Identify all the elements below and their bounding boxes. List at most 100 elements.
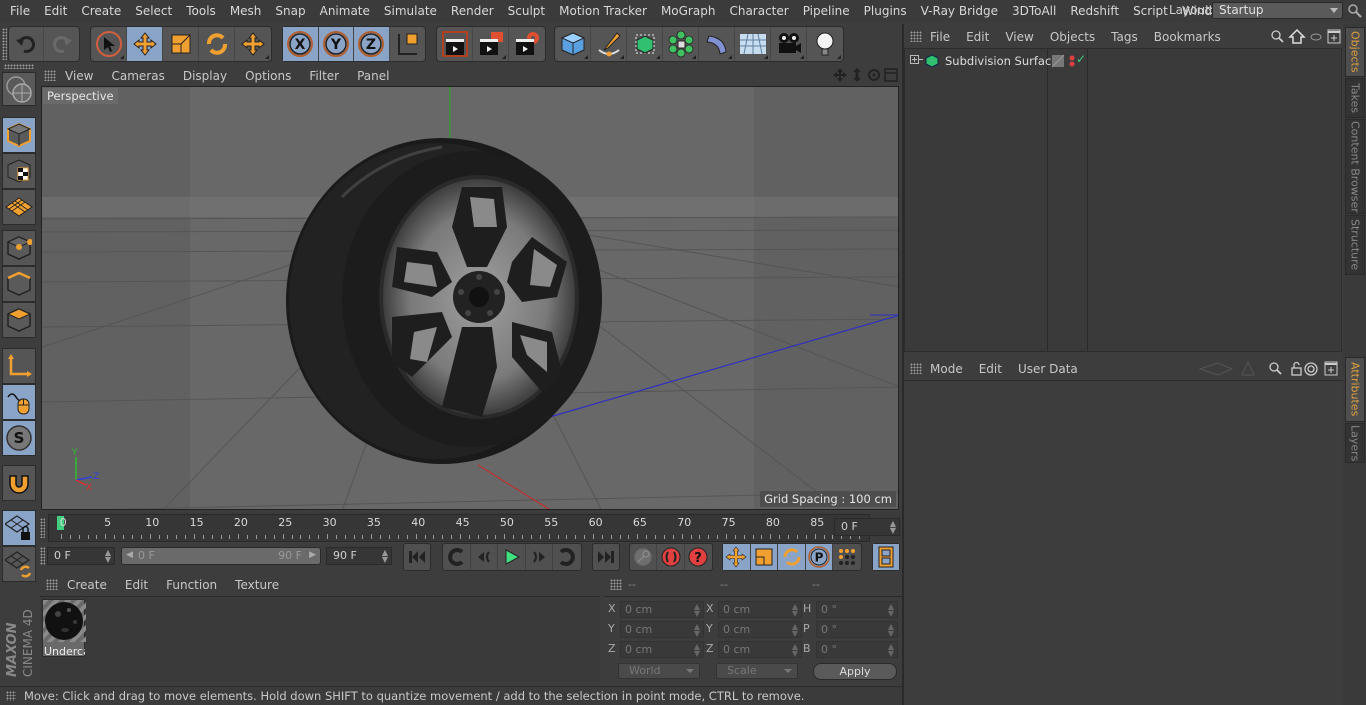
- spinner-icon[interactable]: ▲ ▼: [105, 549, 111, 564]
- planar-workplane-button[interactable]: [2, 546, 36, 582]
- objects-menu-tags[interactable]: Tags: [1103, 30, 1146, 44]
- spinner-icon[interactable]: ▲ ▼: [888, 623, 894, 638]
- record-keyframe-button[interactable]: [657, 544, 685, 570]
- rot-p-field[interactable]: 0 ° ▲ ▼: [816, 621, 898, 638]
- rotate-tool-button[interactable]: [199, 27, 235, 61]
- size-y-field[interactable]: 0 cm ▲ ▼: [718, 621, 802, 638]
- prev-keyframe-button[interactable]: [443, 544, 471, 570]
- layer-color-icon[interactable]: [1051, 54, 1065, 68]
- left-toolbar-grip[interactable]: [4, 64, 34, 69]
- menu-animate[interactable]: Animate: [313, 4, 377, 18]
- render-picture-viewer-button[interactable]: [473, 27, 509, 61]
- light-button[interactable]: [807, 27, 843, 61]
- timeline-window-button[interactable]: [873, 544, 899, 570]
- tab-objects[interactable]: Objects: [1345, 27, 1365, 77]
- coordinates-grip[interactable]: [610, 579, 622, 590]
- lock-icon[interactable]: [1291, 361, 1302, 376]
- material-menu-create[interactable]: Create: [58, 578, 116, 592]
- menu-vray-bridge[interactable]: V-Ray Bridge: [914, 4, 1005, 18]
- spinner-icon[interactable]: ▲ ▼: [694, 623, 700, 638]
- menu-tools[interactable]: Tools: [179, 4, 223, 18]
- menu-create[interactable]: Create: [74, 4, 128, 18]
- apply-button[interactable]: Apply: [813, 663, 897, 680]
- menu-3dtoall[interactable]: 3DToAll: [1005, 4, 1063, 18]
- rot-h-field[interactable]: 0 ° ▲ ▼: [816, 601, 898, 618]
- pos-z-field[interactable]: 0 cm ▲ ▼: [620, 641, 704, 658]
- objects-menu-edit[interactable]: Edit: [958, 30, 997, 44]
- attributes-menu-mode[interactable]: Mode: [922, 362, 971, 376]
- material-menu-edit[interactable]: Edit: [116, 578, 157, 592]
- playback-grip[interactable]: [40, 547, 45, 565]
- key-scale-button[interactable]: [750, 544, 779, 570]
- timeline-ruler[interactable]: 051015202530354045505560657075808590: [48, 514, 870, 542]
- up-arrow-icon[interactable]: [1241, 361, 1255, 376]
- play-button[interactable]: [498, 544, 526, 570]
- menu-plugins[interactable]: Plugins: [857, 4, 914, 18]
- spinner-icon[interactable]: ▲ ▼: [888, 643, 894, 658]
- target-icon[interactable]: [1304, 362, 1318, 376]
- spinner-icon[interactable]: ▲ ▼: [694, 603, 700, 618]
- range-left-arrow-icon[interactable]: ◀: [126, 550, 133, 560]
- menu-mograph[interactable]: MoGraph: [654, 4, 723, 18]
- spinner-icon[interactable]: ▲ ▼: [792, 623, 798, 638]
- spinner-icon[interactable]: ▲ ▼: [792, 603, 798, 618]
- attribute-manager-grip[interactable]: [910, 363, 922, 374]
- objects-menu-objects[interactable]: Objects: [1042, 30, 1103, 44]
- spinner-icon[interactable]: ▲ ▼: [888, 603, 894, 618]
- axis-mode-button[interactable]: [2, 348, 36, 384]
- scale-tool-button[interactable]: [163, 27, 199, 61]
- model-mode-button[interactable]: [2, 117, 36, 153]
- viewport-menu-options[interactable]: Options: [236, 69, 300, 83]
- back-arrow-icon[interactable]: [1198, 362, 1234, 376]
- prev-frame-button[interactable]: [471, 544, 499, 570]
- menu-script[interactable]: Script: [1126, 4, 1175, 18]
- status-grip[interactable]: [6, 691, 16, 701]
- x-axis-lock-button[interactable]: X: [283, 27, 319, 61]
- pen-spline-button[interactable]: [591, 27, 627, 61]
- start-frame-field[interactable]: 0 F ▲ ▼: [47, 547, 115, 565]
- search-icon[interactable]: [1269, 362, 1282, 375]
- live-selection-button[interactable]: [91, 27, 127, 61]
- key-position-button[interactable]: [723, 544, 751, 570]
- 3d-viewport[interactable]: Y Z X Perspective Grid Spacing : 100 cm: [41, 86, 899, 510]
- workplane-mode-button[interactable]: [2, 189, 36, 225]
- menu-pipeline[interactable]: Pipeline: [796, 4, 857, 18]
- toolbar-grip[interactable]: [2, 28, 7, 60]
- menu-character[interactable]: Character: [722, 4, 795, 18]
- recent-tool-button[interactable]: [235, 27, 271, 61]
- pos-y-field[interactable]: 0 cm ▲ ▼: [620, 621, 704, 638]
- material-menu-function[interactable]: Function: [157, 578, 226, 592]
- subdivision-surface-button[interactable]: [627, 27, 663, 61]
- viewport-menu-filter[interactable]: Filter: [300, 69, 348, 83]
- z-axis-lock-button[interactable]: Z: [354, 27, 390, 61]
- spinner-icon[interactable]: ▲ ▼: [694, 643, 700, 658]
- spinner-icon[interactable]: ▲ ▼: [382, 549, 388, 564]
- attributes-menu-user-data[interactable]: User Data: [1010, 362, 1086, 376]
- pos-x-field[interactable]: 0 cm ▲ ▼: [620, 601, 704, 618]
- material-item[interactable]: Underca: [42, 599, 86, 658]
- home-icon[interactable]: [1288, 29, 1306, 44]
- menu-sculpt[interactable]: Sculpt: [501, 4, 552, 18]
- snap-toggle-button[interactable]: [2, 465, 36, 501]
- coordinate-mode-dropdown[interactable]: World: [618, 663, 700, 679]
- objects-menu-bookmarks[interactable]: Bookmarks: [1146, 30, 1229, 44]
- points-mode-button[interactable]: [2, 230, 36, 266]
- spinner-icon[interactable]: ▲ ▼: [890, 520, 896, 535]
- next-frame-button[interactable]: [526, 544, 554, 570]
- cloner-button[interactable]: [663, 27, 699, 61]
- object-name[interactable]: Subdivision Surface: [945, 54, 1058, 68]
- object-manager-grip[interactable]: [910, 31, 922, 42]
- search-icon[interactable]: [1271, 30, 1284, 43]
- key-rotation-button[interactable]: [778, 544, 806, 570]
- size-x-field[interactable]: 0 cm ▲ ▼: [718, 601, 802, 618]
- expand-icon[interactable]: [909, 54, 923, 68]
- viewport-menu-display[interactable]: Display: [174, 69, 236, 83]
- menu-snap[interactable]: Snap: [268, 4, 312, 18]
- current-frame-field[interactable]: 0 F ▲ ▼: [834, 518, 900, 536]
- camera-button[interactable]: [771, 27, 807, 61]
- next-keyframe-button[interactable]: [553, 544, 581, 570]
- texture-mode-button[interactable]: [2, 153, 36, 189]
- floor-button[interactable]: [735, 27, 771, 61]
- motion-record-button[interactable]: [630, 544, 658, 570]
- tab-attributes[interactable]: Attributes: [1345, 357, 1365, 422]
